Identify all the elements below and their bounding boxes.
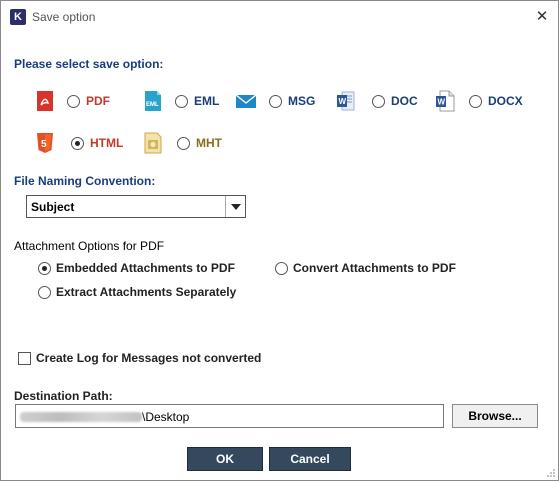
radio-html[interactable] xyxy=(71,136,84,150)
attachment-option-extract[interactable]: Extract Attachments Separately xyxy=(38,285,236,299)
format-option-mht[interactable]: MHT xyxy=(143,132,222,154)
redacted-path-prefix xyxy=(20,411,142,422)
eml-icon: EML xyxy=(143,90,163,112)
format-option-pdf[interactable]: PDF xyxy=(35,90,110,112)
create-log-checkbox[interactable] xyxy=(18,351,31,365)
format-option-docx[interactable]: W DOCX xyxy=(435,90,523,112)
chevron-down-icon[interactable] xyxy=(225,196,245,217)
format-option-html[interactable]: 5 HTML xyxy=(35,132,123,154)
radio-mht[interactable] xyxy=(177,136,190,150)
path-suffix: \Desktop xyxy=(142,409,190,424)
naming-convention-select[interactable]: Subject xyxy=(26,195,246,218)
attachment-option-embedded[interactable]: Embedded Attachments to PDF xyxy=(38,261,235,275)
html5-icon: 5 xyxy=(35,132,55,154)
cancel-button[interactable]: Cancel xyxy=(269,447,351,471)
radio-docx[interactable] xyxy=(469,94,482,108)
radio-extract[interactable] xyxy=(38,285,51,299)
format-option-eml[interactable]: EML EML xyxy=(143,90,219,112)
format-option-doc[interactable]: W DOC xyxy=(336,90,418,112)
close-button[interactable]: ✕ xyxy=(532,7,552,27)
radio-embedded[interactable] xyxy=(38,261,51,275)
resize-grip-icon[interactable] xyxy=(546,468,556,478)
mht-icon xyxy=(143,132,163,154)
save-option-dialog: K Save option ✕ Please select save optio… xyxy=(0,0,559,481)
format-label-pdf: PDF xyxy=(86,94,110,108)
attachment-option-convert[interactable]: Convert Attachments to PDF xyxy=(275,261,456,275)
destination-path-input[interactable]: \Desktop xyxy=(15,404,444,428)
naming-heading: File Naming Convention: xyxy=(14,174,156,188)
svg-text:W: W xyxy=(339,97,347,106)
title-bar: K Save option ✕ xyxy=(1,1,558,32)
format-label-mht: MHT xyxy=(196,136,222,150)
pdf-icon xyxy=(35,90,55,112)
create-log-option[interactable]: Create Log for Messages not converted xyxy=(18,351,261,365)
destination-heading: Destination Path: xyxy=(14,389,113,403)
window-title: Save option xyxy=(32,10,96,24)
svg-text:EML: EML xyxy=(146,102,159,108)
attachment-option-label: Convert Attachments to PDF xyxy=(293,261,456,275)
doc-icon: W xyxy=(336,90,356,112)
create-log-label: Create Log for Messages not converted xyxy=(36,351,262,365)
radio-msg[interactable] xyxy=(269,94,282,108)
docx-icon: W xyxy=(435,90,455,112)
format-label-doc: DOC xyxy=(391,94,418,108)
radio-convert[interactable] xyxy=(275,261,288,275)
format-label-html: HTML xyxy=(90,136,124,150)
format-label-docx: DOCX xyxy=(488,94,523,108)
format-label-eml: EML xyxy=(194,94,220,108)
radio-doc[interactable] xyxy=(372,94,385,108)
msg-icon xyxy=(235,90,257,112)
naming-selected-value: Subject xyxy=(31,200,75,214)
ok-button[interactable]: OK xyxy=(187,447,263,471)
radio-eml[interactable] xyxy=(175,94,188,108)
svg-text:W: W xyxy=(438,98,446,107)
radio-pdf[interactable] xyxy=(67,94,80,108)
app-logo: K xyxy=(10,9,26,25)
attachment-option-label: Embedded Attachments to PDF xyxy=(56,261,235,275)
attachment-option-label: Extract Attachments Separately xyxy=(56,285,237,299)
svg-text:5: 5 xyxy=(41,139,47,150)
format-option-msg[interactable]: MSG xyxy=(235,90,315,112)
attachment-options-heading: Attachment Options for PDF xyxy=(14,239,165,253)
format-label-msg: MSG xyxy=(288,94,316,108)
save-option-heading: Please select save option: xyxy=(14,57,164,71)
browse-button[interactable]: Browse... xyxy=(452,404,538,428)
